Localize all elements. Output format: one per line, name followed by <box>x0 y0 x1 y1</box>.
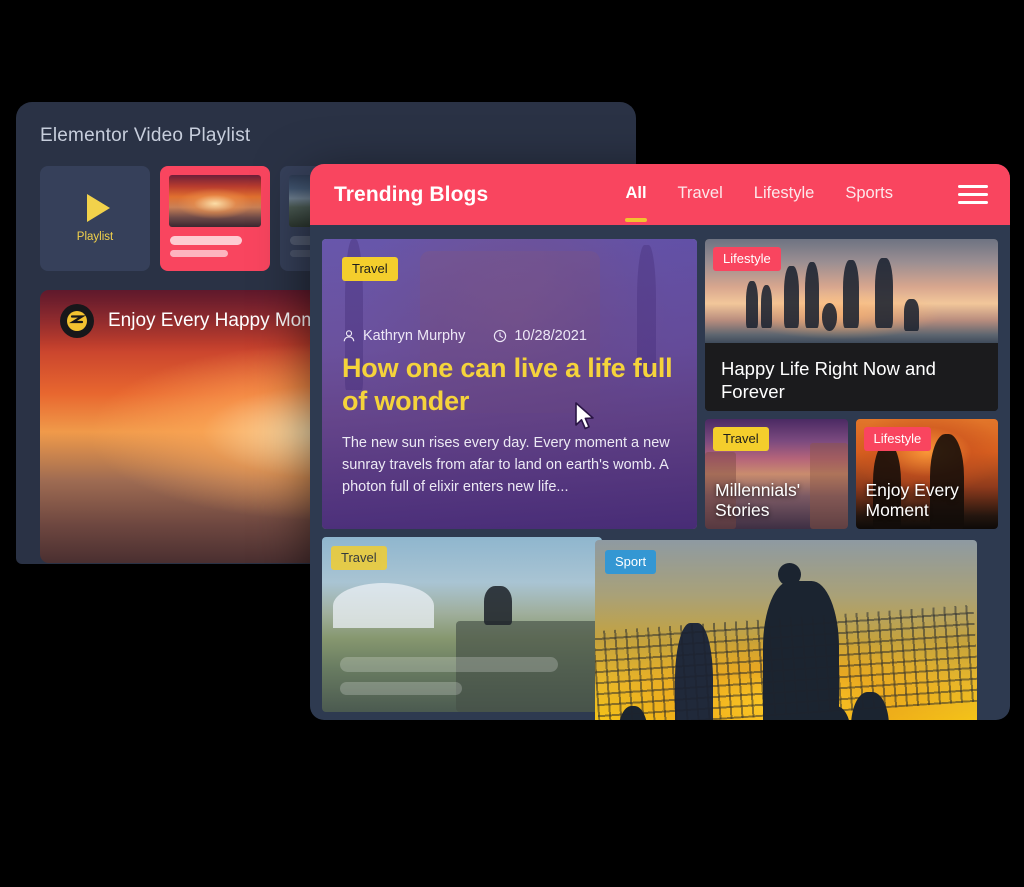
video-thumbnail-icon <box>169 175 261 227</box>
hamburger-menu-icon[interactable] <box>958 185 988 204</box>
play-icon <box>86 194 110 222</box>
nav-item-sports[interactable]: Sports <box>845 184 893 206</box>
playlist-item-active[interactable] <box>160 166 270 271</box>
category-badge-lifestyle[interactable]: Lifestyle <box>863 427 932 451</box>
article-card-enjoy-every-moment[interactable]: Lifestyle Enjoy Every Moment <box>855 419 998 529</box>
primary-nav: All Travel Lifestyle Sports <box>625 184 988 222</box>
article-card-millennials[interactable]: Travel Millennials' Stories <box>705 419 848 529</box>
article-title[interactable]: Millennials' Stories <box>715 480 840 521</box>
playlist-item-title-placeholder <box>170 236 242 245</box>
nav-item-travel[interactable]: Travel <box>678 184 723 206</box>
featured-article-meta: Kathryn Murphy 10/28/2021 <box>342 328 677 344</box>
grid-right-column: Lifestyle Happy Life Right Now and Forev… <box>705 239 998 529</box>
trending-blogs-header: Trending Blogs All Travel Lifestyle Spor… <box>310 164 1010 225</box>
article-title[interactable]: Enjoy Every Moment <box>866 480 991 521</box>
category-badge-travel[interactable]: Travel <box>713 427 769 451</box>
nav-item-lifestyle[interactable]: Lifestyle <box>754 184 815 206</box>
brand-logo-icon <box>60 304 94 338</box>
playlist-item-meta-placeholder <box>170 250 228 257</box>
category-badge-travel[interactable]: Travel <box>342 257 398 281</box>
back-panel-title: Elementor Video Playlist <box>40 125 251 146</box>
category-badge-lifestyle[interactable]: Lifestyle <box>713 247 781 271</box>
person-icon <box>343 330 355 342</box>
category-badge-sport[interactable]: Sport <box>605 550 657 574</box>
grid-row-top: Travel Kathryn Murphy 10/28/2021 How one… <box>322 239 998 529</box>
grid-duo-row: Travel Millennials' Stories Lifestyle En… <box>705 419 998 529</box>
category-badge-travel[interactable]: Travel <box>331 546 387 570</box>
featured-article-title[interactable]: How one can live a life full of wonder <box>342 352 677 418</box>
article-card-happy-life[interactable]: Lifestyle Happy Life Right Now and Forev… <box>705 239 998 411</box>
playlist-header-item[interactable]: Playlist <box>40 166 150 271</box>
screenshot-stage: Elementor Video Playlist Playlist Enjoy … <box>0 0 1024 887</box>
article-card-volleyball[interactable]: Sport <box>595 540 977 720</box>
article-title-placeholder <box>340 657 558 672</box>
featured-article-content: Travel Kathryn Murphy 10/28/2021 How one… <box>322 239 697 529</box>
article-meta-placeholder <box>340 682 462 695</box>
author-meta: Kathryn Murphy <box>342 328 465 344</box>
publish-date: 10/28/2021 <box>514 328 587 344</box>
article-card-mountain-bike[interactable]: Travel <box>322 537 602 712</box>
trending-blogs-panel: Trending Blogs All Travel Lifestyle Spor… <box>310 164 1010 720</box>
nav-item-all[interactable]: All <box>625 184 647 222</box>
video-title: Enjoy Every Happy Moment <box>108 310 344 331</box>
article-title[interactable]: Happy Life Right Now and Forever <box>705 343 998 411</box>
clock-icon <box>494 329 507 343</box>
author-name: Kathryn Murphy <box>363 328 466 344</box>
blog-grid: Travel Kathryn Murphy 10/28/2021 How one… <box>310 225 1010 720</box>
date-meta: 10/28/2021 <box>493 328 587 344</box>
brand-title: Trending Blogs <box>334 182 489 206</box>
playlist-label: Playlist <box>76 231 114 243</box>
featured-article-card[interactable]: Travel Kathryn Murphy 10/28/2021 How one… <box>322 239 697 529</box>
featured-article-excerpt: The new sun rises every day. Every momen… <box>342 434 670 495</box>
